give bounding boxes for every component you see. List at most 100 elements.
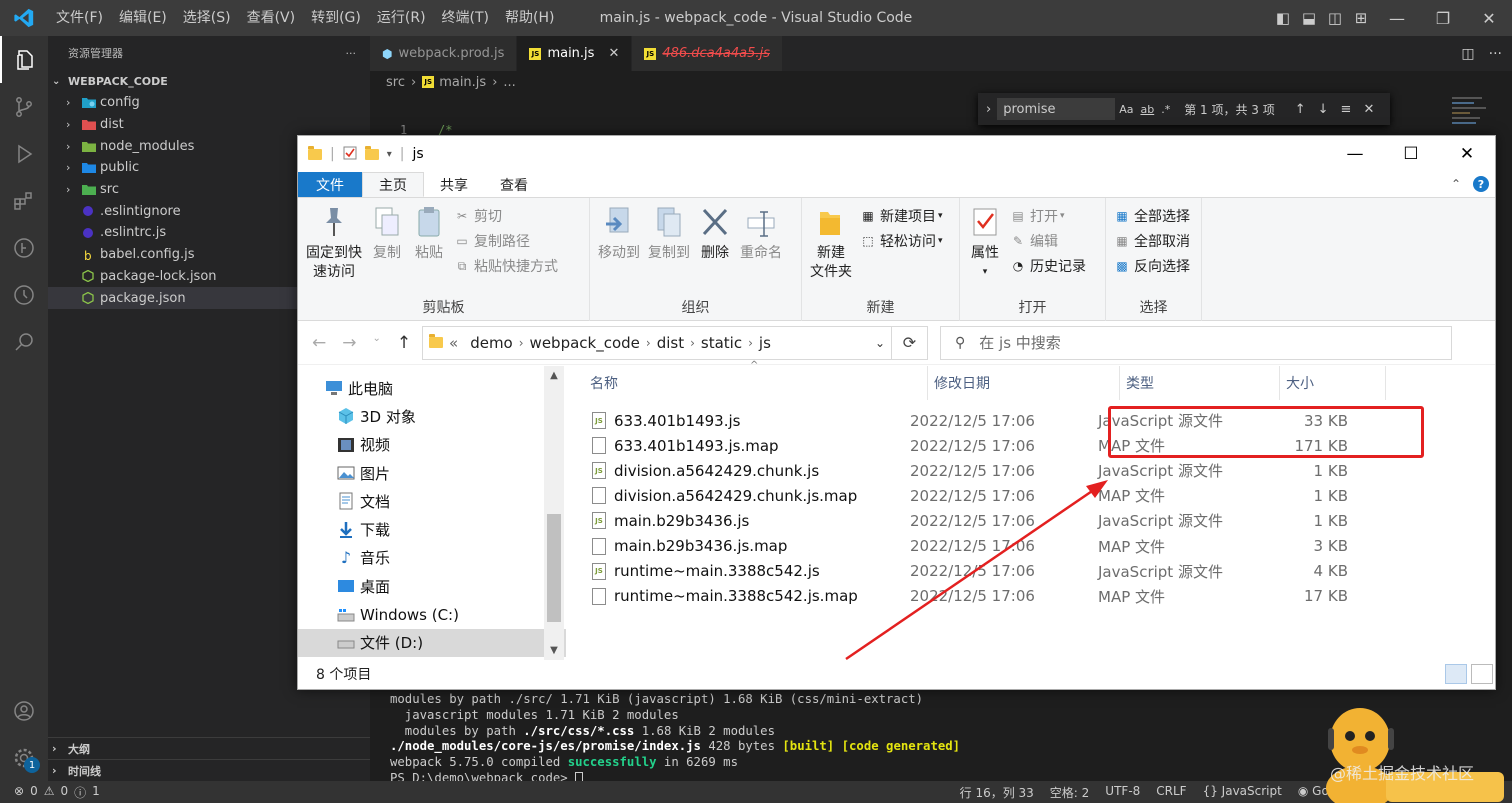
tab-share[interactable]: 共享	[424, 172, 484, 197]
menu-run[interactable]: 运行(R)	[369, 0, 434, 36]
search-input[interactable]: ⚲ 在 js 中搜索	[940, 325, 1452, 360]
column-type[interactable]: 类型	[1120, 366, 1280, 400]
find-in-selection-icon[interactable]: ≡	[1341, 102, 1352, 117]
paste-shortcut-button[interactable]: ⧉ 粘贴快捷方式	[454, 256, 558, 276]
extensions-icon[interactable]	[0, 177, 48, 224]
new-item-button[interactable]: ▦ 新建项目 ▾	[860, 206, 942, 226]
manage-gear-icon[interactable]: 1	[0, 734, 48, 781]
toggle-panel-icon[interactable]: ⬓	[1296, 0, 1322, 36]
git-graph-icon[interactable]	[0, 224, 48, 271]
split-editor-icon[interactable]: ◫	[1461, 46, 1474, 62]
tab-view[interactable]: 查看	[484, 172, 544, 197]
nav-scrollbar[interactable]: ▲ ▼	[544, 366, 564, 660]
forward-arrow-icon[interactable]: →	[342, 333, 356, 353]
back-arrow-icon[interactable]: ←	[312, 333, 326, 353]
copy-path-button[interactable]: ▭ 复制路径	[454, 231, 558, 251]
tab-deleted-chunk[interactable]: JS 486.dca4a4a5.js	[632, 36, 783, 71]
close-tab-icon[interactable]: ✕	[608, 46, 619, 61]
explorer-icon[interactable]	[0, 36, 48, 83]
open-button[interactable]: ▤ 打开 ▾	[1010, 206, 1086, 226]
match-word-toggle[interactable]: ab	[1140, 103, 1154, 116]
tab-home[interactable]: 主页	[362, 172, 424, 197]
nav-item-desktop[interactable]: 桌面	[298, 572, 566, 600]
address-crumb[interactable]: webpack_code	[530, 334, 640, 352]
timeline-section[interactable]: › 时间线	[48, 759, 370, 781]
menu-view[interactable]: 查看(V)	[239, 0, 304, 36]
tree-folder-config[interactable]: › config	[48, 92, 370, 114]
select-all-button[interactable]: ▦ 全部选择	[1114, 206, 1190, 226]
toggle-primary-sidebar-icon[interactable]: ◧	[1270, 0, 1296, 36]
next-match-icon[interactable]: ↓	[1318, 102, 1329, 117]
accounts-icon[interactable]	[0, 687, 48, 734]
nav-item-drive-c[interactable]: Windows (C:)	[298, 600, 566, 628]
scroll-thumb[interactable]	[547, 514, 561, 622]
toggle-secondary-sidebar-icon[interactable]: ◫	[1322, 0, 1348, 36]
nav-item-documents[interactable]: 文档	[298, 487, 566, 515]
run-debug-icon[interactable]	[0, 130, 48, 177]
tab-webpack-prod[interactable]: ⬢ webpack.prod.js	[370, 36, 518, 71]
nav-item-music[interactable]: ♪ 音乐	[298, 544, 566, 572]
close-window-button[interactable]: ✕	[1466, 0, 1512, 36]
outline-section[interactable]: › 大纲	[48, 737, 370, 759]
workspace-section[interactable]: ⌄ WEBPACK_CODE	[48, 70, 370, 92]
address-crumb[interactable]: js	[759, 334, 771, 352]
column-date[interactable]: 修改日期	[928, 366, 1120, 400]
tab-main-js[interactable]: JS main.js ✕	[517, 36, 633, 71]
explorer-close-button[interactable]: ✕	[1439, 136, 1495, 172]
more-actions-icon[interactable]: ···	[1489, 46, 1502, 62]
nav-item-videos[interactable]: 视频	[298, 431, 566, 459]
quick-access-dropdown-icon[interactable]: ▾	[387, 149, 392, 160]
recent-locations-icon[interactable]: ⌄	[373, 333, 381, 353]
menu-edit[interactable]: 编辑(E)	[111, 0, 175, 36]
menu-go[interactable]: 转到(G)	[303, 0, 369, 36]
address-crumb[interactable]: dist	[657, 334, 684, 352]
language-mode[interactable]: {} JavaScript	[1203, 784, 1282, 801]
file-row[interactable]: main.b29b3436.js.map 2022/12/5 17:06 MAP 文…	[566, 533, 1497, 558]
previous-match-icon[interactable]: ↑	[1295, 102, 1306, 117]
file-row[interactable]: JS main.b29b3436.js 2022/12/5 17:06 JavaScr…	[566, 508, 1497, 533]
breadcrumb-symbol[interactable]: ...	[503, 75, 515, 90]
tab-file[interactable]: 文件	[298, 172, 362, 197]
nav-item-this-pc[interactable]: 此电脑	[298, 374, 566, 402]
file-row[interactable]: division.a5642429.chunk.js.map 2022/12/5 …	[566, 483, 1497, 508]
match-case-toggle[interactable]: Aa	[1119, 103, 1133, 116]
history-button[interactable]: ◔ 历史记录	[1010, 256, 1086, 276]
details-view-icon[interactable]	[1445, 664, 1467, 684]
menu-terminal[interactable]: 终端(T)	[434, 0, 497, 36]
explorer-maximize-button[interactable]: ☐	[1383, 136, 1439, 172]
collapse-ribbon-icon[interactable]: ⌃	[1451, 177, 1461, 191]
new-folder-quick-icon[interactable]	[364, 145, 379, 160]
regex-toggle[interactable]: .*	[1161, 103, 1170, 116]
select-none-button[interactable]: ▦ 全部取消	[1114, 231, 1190, 251]
menu-file[interactable]: 文件(F)	[48, 0, 111, 36]
nav-item-drive-d[interactable]: 文件 (D:)	[298, 628, 566, 657]
properties-quick-icon[interactable]	[343, 145, 357, 164]
address-dropdown-icon[interactable]: ⌄	[875, 336, 885, 350]
address-overflow[interactable]: «	[449, 334, 458, 352]
up-arrow-icon[interactable]: ↑	[397, 333, 411, 353]
customize-layout-icon[interactable]: ⊞	[1348, 0, 1374, 36]
toggle-replace-icon[interactable]: ›	[986, 102, 991, 117]
breadcrumb-folder[interactable]: src	[386, 75, 405, 90]
nav-item-pictures[interactable]: 图片	[298, 459, 566, 487]
file-row[interactable]: JS division.a5642429.chunk.js 2022/12/5 17…	[566, 458, 1497, 483]
minimize-button[interactable]: —	[1374, 0, 1420, 36]
restore-button[interactable]: ❐	[1420, 0, 1466, 36]
problems-indicator[interactable]: ⊗ 0 ⚠ 0 ⓘ 1	[0, 784, 100, 801]
refresh-icon[interactable]: ⟳	[891, 326, 927, 359]
indentation[interactable]: 空格: 2	[1050, 784, 1090, 801]
help-icon[interactable]: ?	[1473, 176, 1489, 192]
encoding[interactable]: UTF-8	[1105, 784, 1140, 801]
cut-button[interactable]: ✂ 剪切	[454, 206, 558, 226]
scroll-up-icon[interactable]: ▲	[544, 370, 564, 381]
nav-item-3d-objects[interactable]: 3D 对象	[298, 402, 566, 430]
invert-selection-button[interactable]: ▩ 反向选择	[1114, 256, 1190, 276]
cursor-position[interactable]: 行 16，列 33	[960, 784, 1034, 801]
search-icon[interactable]	[0, 318, 48, 365]
nav-item-downloads[interactable]: 下载	[298, 515, 566, 543]
close-find-icon[interactable]: ✕	[1363, 102, 1374, 117]
end-of-line[interactable]: CRLF	[1156, 784, 1186, 801]
easy-access-button[interactable]: ⬚ 轻松访问 ▾	[860, 231, 942, 251]
address-crumb[interactable]: static	[701, 334, 742, 352]
more-actions-icon[interactable]: ···	[346, 47, 357, 60]
